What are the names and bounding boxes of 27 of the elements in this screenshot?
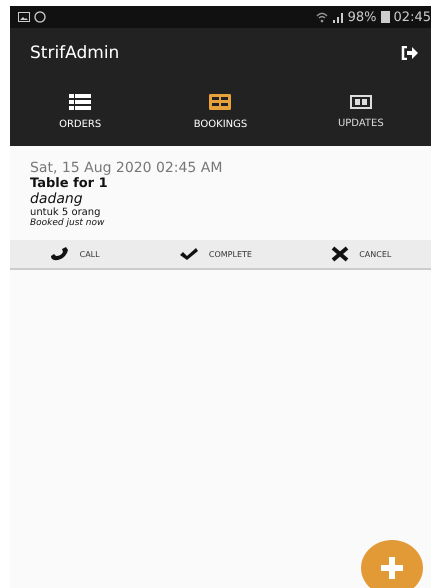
- action-button[interactable]: CANCEL: [327, 246, 396, 262]
- chat-icon: [34, 11, 46, 23]
- wifi-icon: [316, 12, 328, 22]
- newspaper-icon: [350, 94, 372, 108]
- tab[interactable]: UPDATES: [290, 77, 431, 146]
- gallery-icon: [18, 12, 30, 22]
- booked-time: Booked just now: [30, 218, 106, 228]
- booking-datetime: Sat, 15 Aug 2020 02:45 AM: [30, 160, 224, 176]
- phone-icon: [50, 247, 70, 261]
- party-size: untuk 5 orang: [30, 207, 102, 218]
- battery-icon: [380, 11, 390, 23]
- tab[interactable]: ORDERS: [10, 77, 150, 146]
- customer-name: dadang: [30, 191, 84, 207]
- tab[interactable]: BOOKINGS: [150, 77, 291, 146]
- plus-icon: [381, 557, 403, 579]
- battery-level: 98%: [348, 10, 377, 24]
- check-icon: [178, 247, 199, 261]
- grid-icon: [209, 94, 232, 110]
- signal-icon: [332, 12, 344, 22]
- table-label: Table for 1: [30, 176, 109, 191]
- clock: 02:45: [394, 10, 431, 24]
- close-icon: [331, 246, 350, 262]
- app-title: StrifAdmin: [30, 42, 120, 62]
- logout-icon[interactable]: [401, 46, 419, 60]
- list-icon: [69, 94, 92, 110]
- action-button[interactable]: CALL: [46, 247, 104, 261]
- action-button[interactable]: COMPLETE: [174, 247, 256, 261]
